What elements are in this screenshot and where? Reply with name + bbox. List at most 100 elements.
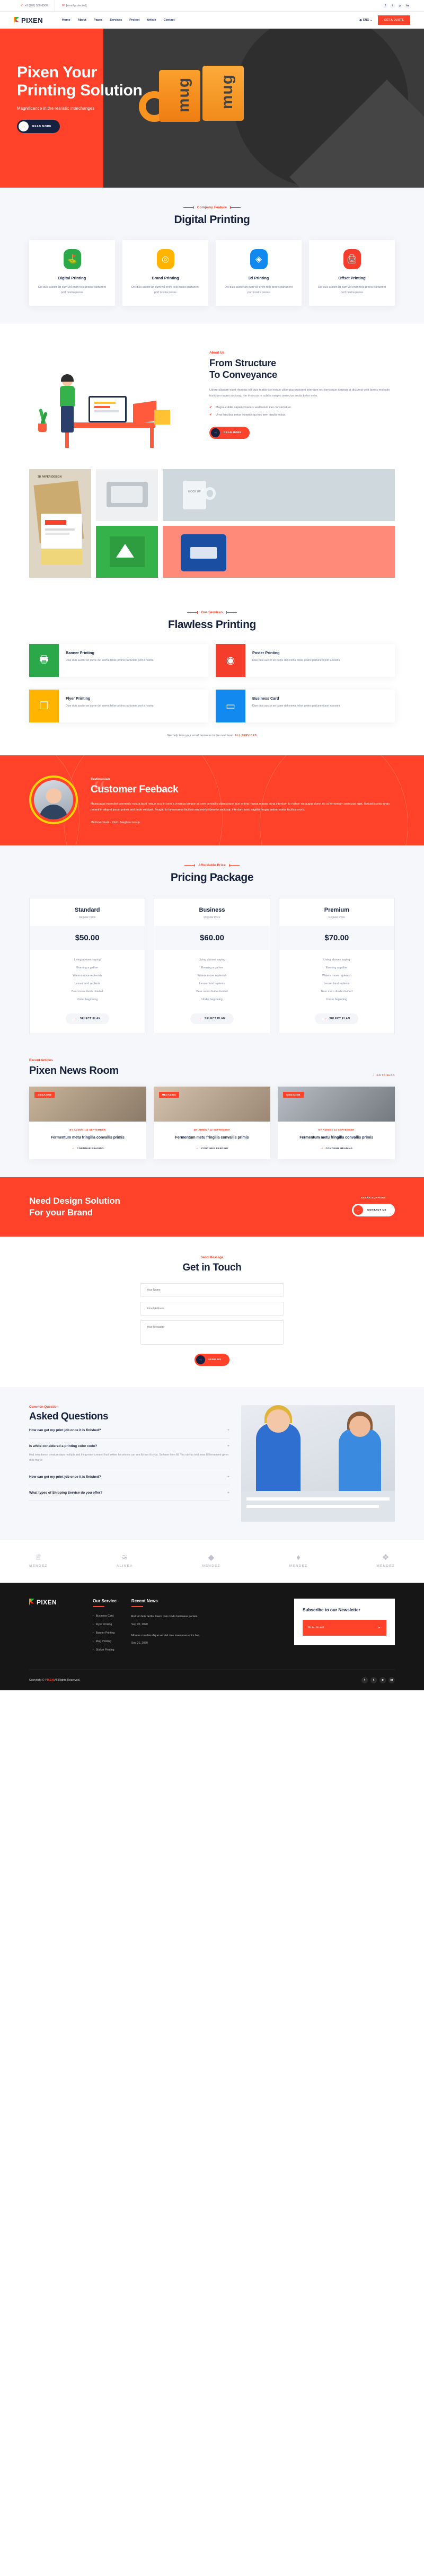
footer-news-item[interactable]: Montes conubia alique vel nisl cras maec… [131,1634,200,1645]
send-us-button[interactable]: → SEND US [194,1353,230,1366]
brand-logo[interactable]: ◆ MENDEZ [202,1554,220,1568]
feature-card[interactable]: ◈ 3d Printing Dis duis auctor an cum vel… [216,240,302,306]
topbar-socials: f t p in [383,3,410,8]
linkedin-icon[interactable]: in [405,3,410,8]
gallery-item-paper[interactable]: 3D PAPER DESIGN [29,469,91,578]
continue-reading-link[interactable]: → CONTINUE READING [72,1146,104,1150]
select-plan-button[interactable]: → SELECT PLAN [65,1013,109,1024]
pinterest-icon[interactable]: p [379,1677,386,1683]
feature-title: 3d Printing [248,276,269,280]
gallery-item-roll[interactable] [96,469,158,521]
news-tag: MEGAZINE [158,1092,180,1098]
cta-title: Need Design Solution For your Brand [29,1195,120,1219]
plus-icon[interactable]: + [227,1428,229,1432]
feature-card[interactable]: ◎ Brand Printing Dis duis auctor an cum … [122,240,208,306]
service-card[interactable]: ❐ Flyer Printing Dise duis auctor an cum… [29,690,208,722]
brand-logo[interactable]: ♦ MENDEZ [289,1554,308,1568]
continue-reading-link[interactable]: → CONTINUE READING [320,1146,352,1150]
topbar-phone[interactable]: ✆ +2 (202) 588-6500 [14,0,55,12]
newsletter-field[interactable]: ➢ [303,1619,386,1636]
plus-icon[interactable]: + [227,1491,229,1495]
nav-item-project[interactable]: Project [129,19,139,22]
gallery-item-tshirt[interactable] [163,526,395,578]
footer-link[interactable]: › Banner Printing [93,1631,117,1635]
message-input[interactable] [140,1320,284,1345]
hero-read-more-button[interactable]: → READ MORE [17,120,60,134]
contact-us-button[interactable]: → CONTACT US [351,1204,395,1217]
select-plan-button[interactable]: → SELECT PLAN [190,1013,234,1024]
all-services-link[interactable]: ALL SERVICES [235,734,257,737]
brand-logo[interactable]: ❖ MENDEZ [376,1554,395,1568]
nav-item-pages[interactable]: Pages [94,19,102,22]
brand-logo[interactable]: ♕ MENDEZ [29,1554,48,1568]
arrow-right-icon: → [353,1205,363,1215]
nav-item-home[interactable]: Home [62,19,70,22]
plan-feature: Bear morn divide divided [321,990,352,993]
facebook-icon[interactable]: f [383,3,388,8]
hero-title-line2: Printing Solution [17,82,143,100]
pricing-card-premium[interactable]: Premium Regular Price $70.00 Living abov… [278,898,395,1034]
faq-item[interactable]: Is white considered a printing color cod… [29,1439,229,1470]
news-card-title: Fermentum metu fringilla convallis primi… [175,1136,249,1140]
email-input[interactable] [140,1301,284,1316]
nav-item-about[interactable]: About [78,19,86,22]
nav-item-services[interactable]: Services [110,19,122,22]
footer-link[interactable]: › Business Card [93,1615,117,1618]
footer-link-label: Sticker Printing [95,1648,114,1652]
site-logo[interactable]: PIXEN [14,16,43,24]
about-read-more-button[interactable]: → READ MORE [209,427,250,439]
twitter-icon[interactable]: t [390,3,395,8]
footer-link[interactable]: › Flyer Printing [93,1623,117,1626]
select-plan-button[interactable]: → SELECT PLAN [315,1013,359,1024]
plus-icon[interactable]: + [227,1444,229,1448]
faq-item[interactable]: What types of Shipping Service do you of… [29,1485,229,1502]
about-illustration [29,342,199,448]
footer-logo[interactable]: PIXEN [29,1599,78,1606]
nav-item-article[interactable]: Article [147,19,156,22]
plus-icon[interactable]: + [227,1475,229,1479]
faq-question: Is white considered a printing color cod… [29,1444,98,1448]
footer-link[interactable]: › Sticker Printing [93,1648,117,1652]
feature-card[interactable]: ⛳ Digital Printing Dis duis auctor an cu… [29,240,115,306]
feature-card[interactable]: 🖨 Offset Printing Dis duis auctor an cum… [309,240,395,306]
feature-desc: Dis duis auctor an cum vel enim felis pr… [225,286,293,294]
brand-logo[interactable]: ≋ ALINEA [117,1554,133,1568]
linkedin-icon[interactable]: in [388,1677,395,1683]
plan-features: Living aboves saying Evening a gather Wa… [30,950,145,1012]
faq-section: Common Question Asked Questions How can … [0,1387,424,1540]
about-text-block: About Us From Structure To Conveyance Li… [209,351,395,439]
paper-plane-icon[interactable]: ➢ [377,1626,381,1630]
service-card[interactable]: 🖶 Banner Printing Dise duis auctor an cu… [29,644,208,677]
get-a-quote-button[interactable]: GET A QUOTE [377,15,410,25]
pricing-card-business[interactable]: Business Regular Price $60.00 Living abo… [154,898,270,1034]
about-section: About Us From Structure To Conveyance Li… [0,324,424,466]
gallery-item-books[interactable] [96,526,158,578]
faq-title: Asked Questions [29,1410,109,1422]
news-card[interactable]: MEGAZINE BY ADMIN / 12 SEPTEMBER Ferment… [153,1087,271,1160]
pinterest-icon[interactable]: p [398,3,403,8]
language-selector[interactable]: ⊕ ENG ⌄ [359,19,373,22]
printing-machine-shape [241,1490,395,1522]
nav-item-contact[interactable]: Contact [164,19,175,22]
twitter-icon[interactable]: t [370,1677,377,1683]
go-to-blog-link[interactable]: → GO TO BLOG [372,1074,395,1077]
features-card-row: ⛳ Digital Printing Dis duis auctor an cu… [29,240,395,306]
news-card[interactable]: MEGAZINE BY ADMIN / 12 SEPTEMBER Ferment… [278,1087,395,1160]
service-card[interactable]: ▭ Business Card Dise duis auctor an cume… [216,690,395,722]
news-card[interactable]: MEGAZINE BY ADMIN / 12 SEPTEMBER Ferment… [29,1087,146,1160]
faq-item[interactable]: How can get my print job once it is fini… [29,1423,229,1439]
facebook-icon[interactable]: f [361,1677,368,1683]
pricing-card-standard[interactable]: Standard Regular Price $50.00 Living abo… [29,898,146,1034]
underline-decor [131,1605,143,1607]
faq-illustration [241,1405,395,1522]
gallery-item-mug[interactable]: MOCK UP [163,469,395,521]
topbar-email[interactable]: ✉ [email protected] [54,0,93,12]
name-input[interactable] [140,1283,284,1297]
footer-link[interactable]: › Mug Printing [93,1640,117,1643]
continue-reading-link[interactable]: → CONTINUE READING [196,1146,228,1150]
footer-news-item[interactable]: Rutrum felis facilisi lorem com modo hab… [131,1615,200,1626]
faq-item[interactable]: How can get my print job once it is fini… [29,1469,229,1486]
desk-leg-right [150,428,154,448]
newsletter-email-input[interactable] [308,1626,378,1629]
service-card[interactable]: ◉ Poster Printing Dise duis auctor an cu… [216,644,395,677]
